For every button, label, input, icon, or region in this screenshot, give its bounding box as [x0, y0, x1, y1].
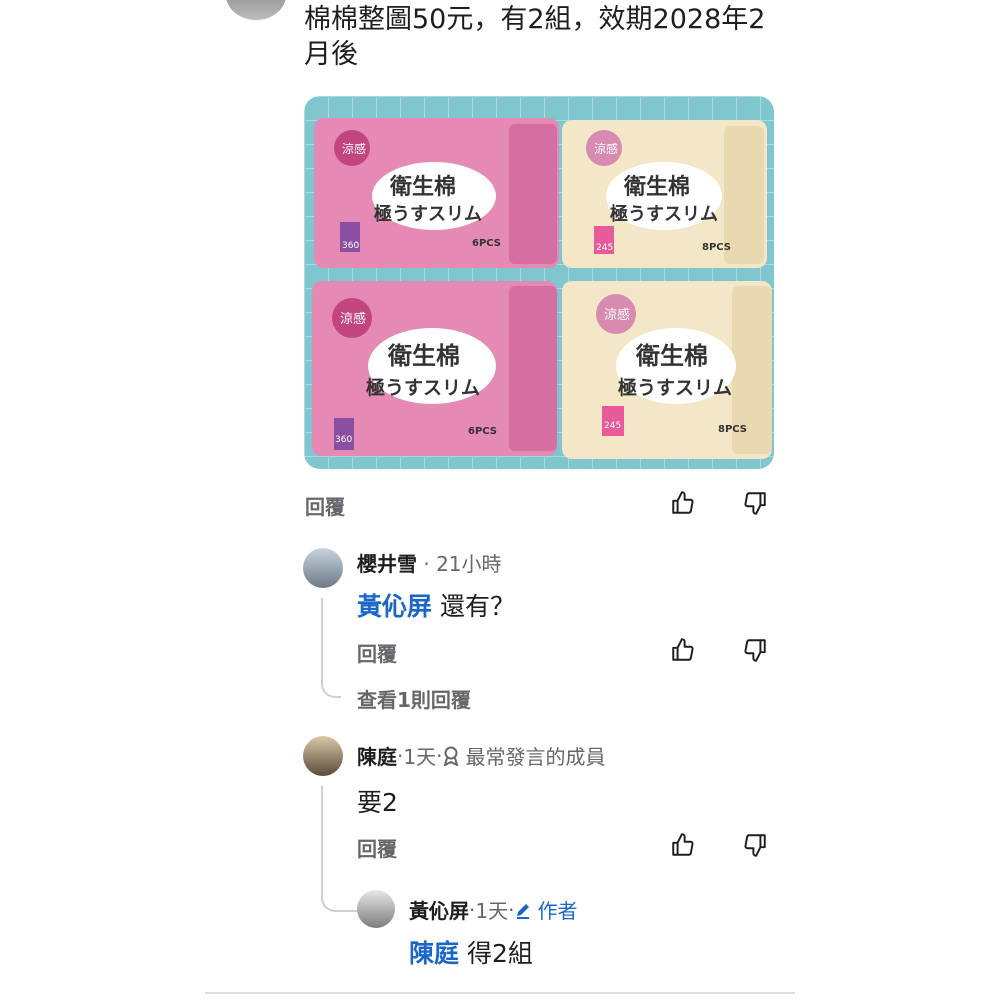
pack4-sub: 極うすスリム: [618, 376, 732, 399]
mention-link[interactable]: 黃伈屏: [357, 592, 432, 621]
comment-time[interactable]: 21小時: [436, 552, 501, 576]
pack2-brand: 衛生棉: [623, 174, 690, 200]
reply-thread-line: [321, 598, 341, 698]
comment-body: 黃伈屏 還有？: [357, 587, 515, 623]
comment-reply-button[interactable]: 回覆: [357, 833, 397, 862]
comment-reply-button[interactable]: 回覆: [357, 638, 397, 667]
pack1-sub: 極うすスリム: [374, 203, 482, 225]
pack4-size: 245: [604, 421, 621, 431]
divider: [205, 992, 795, 994]
pack4-brand: 衛生棉: [635, 341, 708, 370]
author-badge: 作者: [537, 899, 578, 923]
comment-text: 得2組: [466, 939, 533, 968]
pack2-sub: 極うすスリム: [610, 203, 718, 225]
comment-header: 櫻井雪 · 21小時: [357, 548, 502, 577]
pack3-sub: 極うすスリム: [366, 376, 480, 399]
pack1-count: 6PCS: [472, 238, 501, 249]
pack3-count: 6PCS: [468, 426, 497, 437]
comment-header: 陳庭 · 1天 · 最常發言的成員: [357, 741, 605, 770]
post-text: 棉棉整圖50元，有2組，效期2028年2月後: [304, 4, 766, 70]
thumbs-up-icon[interactable]: [668, 488, 698, 518]
pencil-icon: [514, 901, 532, 919]
post-photo[interactable]: 涼感 衛生棉 極うすスリム 6PCS 360 涼感 衛生棉 極うすスリム 8PC…: [304, 96, 774, 469]
comment-time[interactable]: 1天: [475, 895, 508, 924]
thumbs-down-icon[interactable]: [740, 830, 770, 860]
pack3-tag: 涼感: [340, 311, 366, 327]
comment-time[interactable]: 1天: [403, 741, 436, 770]
member-badge: 最常發言的成員: [465, 745, 606, 769]
thumbs-up-icon[interactable]: [668, 830, 698, 860]
pack1-brand: 衛生棉: [389, 174, 456, 200]
commenter-avatar[interactable]: [357, 890, 395, 928]
view-replies-link[interactable]: 查看1則回覆: [357, 684, 471, 713]
pack1-tag: 涼感: [342, 141, 366, 156]
thumbs-down-icon[interactable]: [740, 488, 770, 518]
pack2-tag: 涼感: [594, 141, 618, 156]
comment-text: 還有？: [439, 592, 515, 621]
post-author-avatar[interactable]: [226, 0, 286, 20]
award-icon: [442, 746, 460, 766]
pack1-size: 360: [342, 241, 359, 251]
commenter-avatar[interactable]: [303, 548, 343, 588]
commenter-name[interactable]: 黃伈屏: [409, 895, 469, 924]
pack4-count: 8PCS: [718, 424, 747, 435]
comment-body: 陳庭 得2組: [409, 934, 533, 970]
thumbs-up-icon[interactable]: [668, 635, 698, 665]
mention-link[interactable]: 陳庭: [409, 939, 459, 968]
commenter-name[interactable]: 陳庭: [357, 741, 397, 770]
thumbs-down-icon[interactable]: [740, 635, 770, 665]
comment-header: 黃伈屏 · 1天 · 作者: [409, 895, 577, 924]
commenter-name[interactable]: 櫻井雪: [357, 552, 417, 576]
pack2-size: 245: [596, 243, 613, 253]
commenter-avatar[interactable]: [303, 736, 343, 776]
meta-separator: ·: [417, 552, 437, 576]
pack2-count: 8PCS: [702, 242, 731, 253]
post-reply-button[interactable]: 回覆: [305, 491, 345, 520]
sanitary-pads-photo: 涼感 衛生棉 極うすスリム 6PCS 360 涼感 衛生棉 極うすスリム 8PC…: [304, 96, 774, 469]
pack3-size: 360: [335, 435, 352, 445]
comment-text: 要2: [357, 788, 398, 817]
pack3-brand: 衛生棉: [387, 341, 460, 370]
pack4-tag: 涼感: [604, 307, 630, 323]
